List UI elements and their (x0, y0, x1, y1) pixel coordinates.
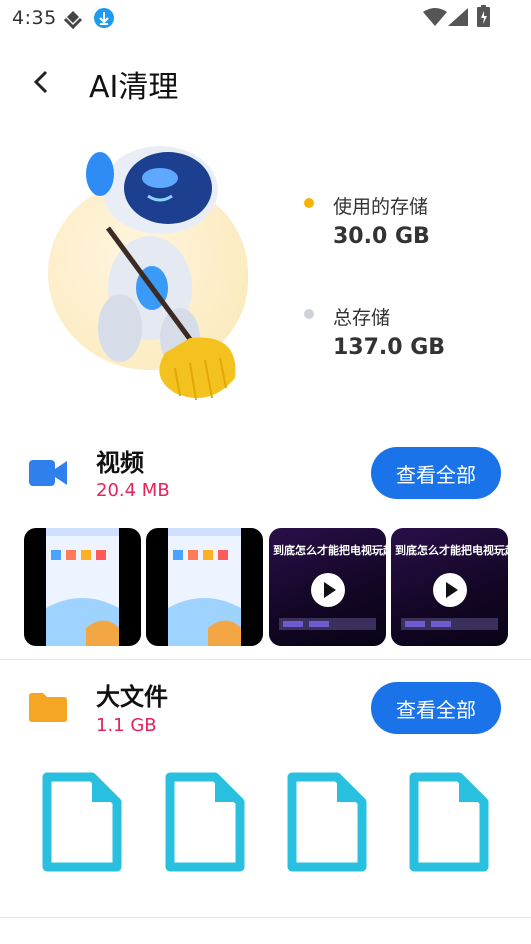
file-icon[interactable] (409, 772, 489, 872)
video-thumbnail[interactable]: 到底怎么才能把电视玩起来 (391, 528, 508, 646)
video-thumbnail[interactable]: 到底怎么才能把电视玩起来 (269, 528, 386, 646)
total-storage-value: 137.0 GB (333, 335, 446, 360)
thumbnail-screen-content (168, 528, 241, 646)
wifi-icon (423, 8, 447, 26)
video-view-all-button[interactable]: 查看全部 (371, 447, 501, 499)
file-icon[interactable] (42, 772, 122, 872)
thumbnail-screen-content (46, 528, 119, 646)
status-bar: 4:35 (0, 0, 531, 36)
video-thumbnail[interactable] (24, 528, 141, 646)
large-files-view-all-button[interactable]: 查看全部 (371, 682, 501, 734)
download-icon (94, 8, 114, 28)
thumbnail-tv-bar (279, 618, 376, 630)
large-files-section-title: 大文件 (96, 683, 168, 711)
large-files-section-size: 1.1 GB (96, 715, 157, 736)
video-section-size: 20.4 MB (96, 480, 170, 501)
back-arrow-icon[interactable] (28, 66, 58, 98)
used-storage-value: 30.0 GB (333, 224, 430, 249)
thumbnail-tv-bar (401, 618, 498, 630)
play-icon (433, 573, 467, 607)
section-divider (0, 917, 531, 918)
video-thumbnail[interactable] (146, 528, 263, 646)
status-time: 4:35 (12, 7, 57, 29)
robot-cleaning-illustration (86, 146, 236, 401)
total-storage-dot (304, 309, 314, 319)
section-divider (0, 659, 531, 660)
used-storage-dot (304, 198, 314, 208)
used-storage-label: 使用的存储 (333, 196, 429, 218)
video-section-title: 视频 (96, 449, 144, 477)
thumbnail-caption: 到底怎么才能把电视玩起来 (395, 544, 508, 557)
play-icon (311, 573, 345, 607)
total-storage-label: 总存储 (333, 307, 391, 329)
file-icon[interactable] (287, 772, 367, 872)
signal-icon (448, 8, 468, 26)
file-icon[interactable] (165, 772, 245, 872)
notification-app-icon (63, 11, 83, 29)
video-camera-icon (29, 460, 67, 486)
thumbnail-caption: 到底怎么才能把电视玩起来 (273, 544, 386, 557)
battery-icon (477, 5, 490, 27)
folder-icon (29, 693, 67, 722)
page-title: AI清理 (89, 70, 179, 105)
